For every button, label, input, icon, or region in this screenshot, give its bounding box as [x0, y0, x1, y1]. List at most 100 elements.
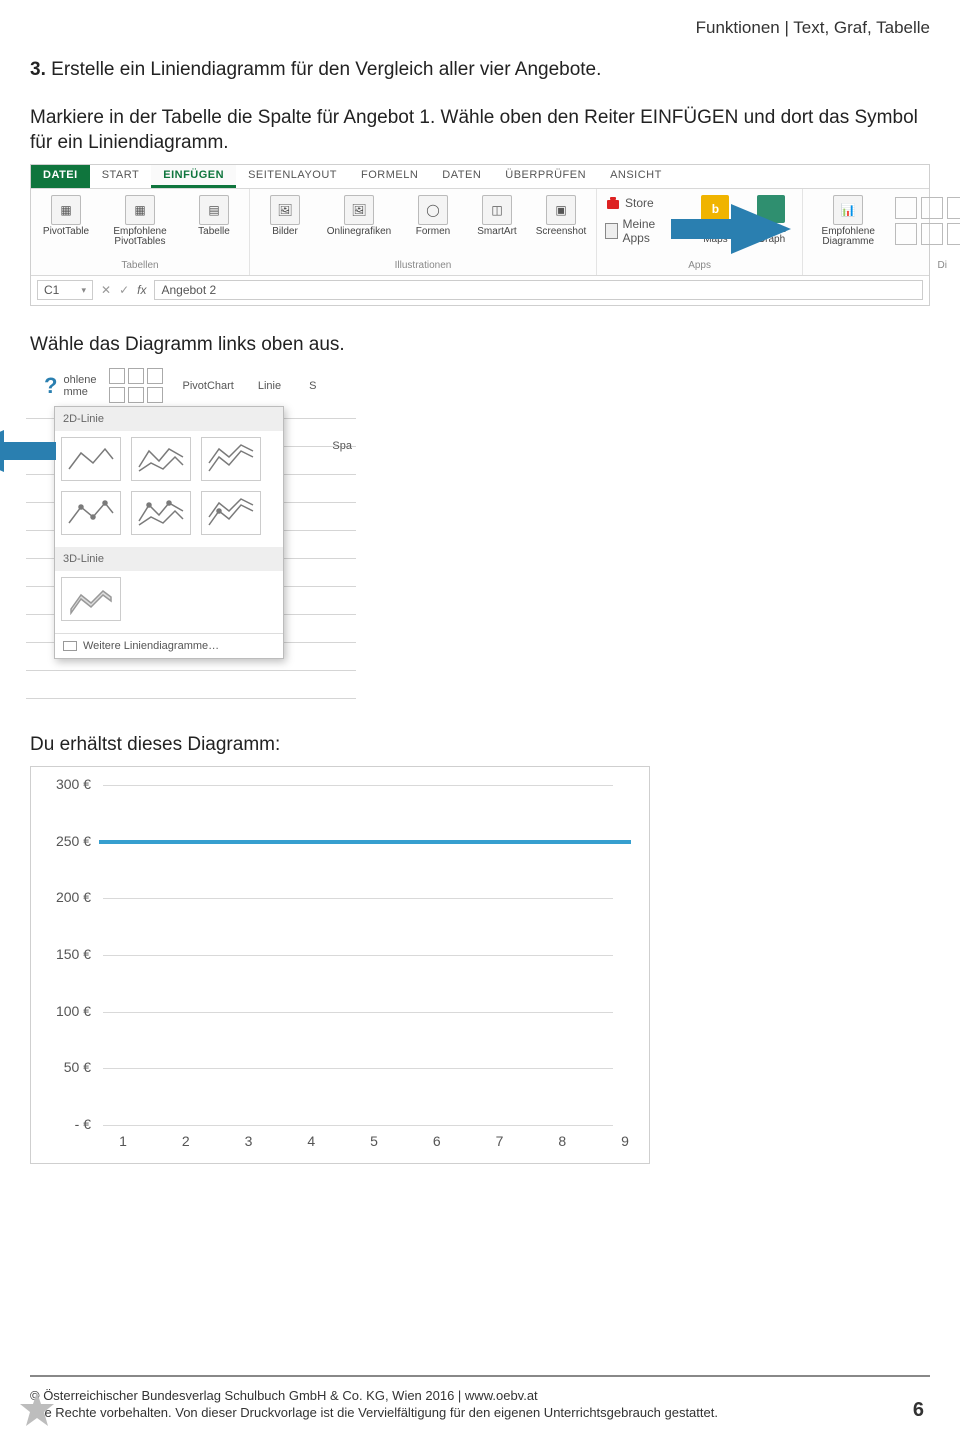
smartart-button[interactable]: ◫ SmartArt: [470, 195, 524, 238]
y-tick-label: 250 €: [39, 833, 91, 849]
line-chart-type-2[interactable]: [131, 437, 191, 481]
x-tick-label: 8: [558, 1133, 566, 1159]
ribbon-tabs: DATEI START EINFÜGEN SEITENLAYOUT FORMEL…: [31, 165, 929, 189]
other-chart-icon[interactable]: [947, 223, 960, 245]
tab-ansicht[interactable]: ANSICHT: [598, 165, 674, 188]
y-tick-label: 50 €: [39, 1059, 91, 1075]
pictures-icon: 🖼: [270, 195, 300, 225]
breadcrumb: Funktionen | Text, Graf, Tabelle: [696, 18, 930, 38]
x-tick-label: 3: [245, 1133, 253, 1159]
line-chart-type-4[interactable]: [61, 491, 121, 535]
online-pictures-button[interactable]: 🖼 Onlinegrafiken: [322, 195, 396, 238]
line-chart-icon[interactable]: [921, 197, 943, 219]
name-box[interactable]: C1 ▾: [37, 280, 93, 300]
result-chart: 300 € 250 € 200 € 150 € 100 € 50 € - € 1 2 3 4 5 6 7 8…: [30, 766, 650, 1164]
store-icon: [605, 195, 621, 211]
x-tick-label: 5: [370, 1133, 378, 1159]
recommended-charts-icon: 📊: [833, 195, 863, 225]
ribbon-group-illustrationen: 🖼 Bilder 🖼 Onlinegrafiken ◯ Formen ◫ Sma…: [250, 189, 597, 275]
dropdown-section-3d: 3D-Linie: [55, 547, 283, 571]
pointer-arrow-icon: [0, 426, 56, 476]
myapps-icon: [605, 223, 618, 239]
chart-gridline: [103, 955, 613, 956]
confirm-icon[interactable]: ✓: [119, 283, 129, 297]
help-icon: ?: [44, 373, 57, 399]
smartart-icon: ◫: [482, 195, 512, 225]
page-number: 6: [913, 1399, 930, 1422]
chart-data-line: [99, 840, 631, 844]
task-line: 3. Erstelle ein Liniendiagramm für den V…: [30, 58, 930, 83]
chart-type-grid: [895, 195, 960, 245]
screenshot-button[interactable]: ▣ Screenshot: [534, 195, 588, 238]
ribbon-group-tabellen: ▦ PivotTable ▦ Empfohlene PivotTables ▤ …: [31, 189, 250, 275]
formula-input[interactable]: Angebot 2: [154, 280, 923, 300]
chart-gridline: [103, 1012, 613, 1013]
excel-ribbon: DATEI START EINFÜGEN SEITENLAYOUT FORMEL…: [30, 164, 930, 306]
tab-start[interactable]: START: [90, 165, 152, 188]
tab-einfuegen[interactable]: EINFÜGEN: [151, 165, 236, 188]
ribbon-group-diagramme: 📊 Empfohlene Diagramme ◩ PivotChart: [803, 189, 960, 275]
sparklines-label-partial: Spa: [332, 440, 352, 452]
recommended-pivottables-button[interactable]: ▦ Empfohlene PivotTables: [103, 195, 177, 248]
dropdown-section-2d: 2D-Linie: [55, 407, 283, 431]
x-tick-label: 6: [433, 1133, 441, 1159]
line-chart-type-3[interactable]: [201, 437, 261, 481]
x-tick-label: 2: [182, 1133, 190, 1159]
y-tick-label: 150 €: [39, 946, 91, 962]
paragraph-1: Markiere in der Tabelle die Spalte für A…: [30, 105, 930, 156]
more-charts-icon: [63, 641, 77, 651]
more-line-charts-button[interactable]: Weitere Liniendiagramme…: [55, 633, 283, 658]
chart-gridline: [103, 898, 613, 899]
pivottable-icon: ▦: [51, 195, 81, 225]
line-chart-type-1[interactable]: [61, 437, 121, 481]
tab-daten[interactable]: DATEN: [430, 165, 493, 188]
formula-bar: C1 ▾ ✕ ✓ fx Angebot 2: [31, 275, 929, 305]
caption-3: Du erhältst dieses Diagramm:: [30, 734, 930, 756]
area-chart-icon[interactable]: [895, 223, 917, 245]
task-text: Erstelle ein Liniendiagramm für den Verg…: [51, 59, 601, 80]
tab-ueberpruefen[interactable]: ÜBERPRÜFEN: [493, 165, 598, 188]
line-chart-dropdown: 2D-Linie 3D-Linie Weitere Liniendiagramm…: [54, 406, 284, 659]
x-tick-label: 9: [621, 1133, 629, 1159]
recommended-charts-button[interactable]: 📊 Empfohlene Diagramme: [811, 195, 885, 248]
pointer-arrow-icon: [671, 199, 791, 259]
pictures-button[interactable]: 🖼 Bilder: [258, 195, 312, 238]
recommended-pivottables-icon: ▦: [125, 195, 155, 225]
chart-gridline: [103, 785, 613, 786]
tab-formeln[interactable]: FORMELN: [349, 165, 430, 188]
shapes-button[interactable]: ◯ Formen: [406, 195, 460, 238]
y-tick-label: 100 €: [39, 1003, 91, 1019]
table-button[interactable]: ▤ Tabelle: [187, 195, 241, 238]
page-footer: © Österreichischer Bundesverlag Schulbuc…: [30, 1375, 930, 1422]
pie-chart-icon[interactable]: [947, 197, 960, 219]
x-tick-label: 4: [307, 1133, 315, 1159]
fx-icon[interactable]: fx: [137, 283, 146, 297]
line-chart-type-5[interactable]: [131, 491, 191, 535]
cancel-icon[interactable]: ✕: [101, 283, 111, 297]
y-tick-label: 200 €: [39, 889, 91, 905]
tab-seitenlayout[interactable]: SEITENLAYOUT: [236, 165, 349, 188]
shapes-icon: ◯: [418, 195, 448, 225]
tab-datei[interactable]: DATEI: [31, 165, 90, 188]
rights-line: Alle Rechte vorbehalten. Von dieser Druc…: [30, 1404, 718, 1422]
chart-gridline: [103, 1068, 613, 1069]
x-tick-label: 1: [119, 1133, 127, 1159]
y-tick-label: 300 €: [39, 776, 91, 792]
chevron-down-icon: ▾: [81, 285, 86, 296]
line-chart-dropdown-area: ? ohlene mme PivotChart Linie S Spa 2D-L…: [26, 366, 356, 706]
online-pictures-icon: 🖼: [344, 195, 374, 225]
bar-chart-icon[interactable]: [895, 197, 917, 219]
line-chart-3d-type-1[interactable]: [61, 577, 121, 621]
y-tick-label: - €: [39, 1116, 91, 1132]
copyright-line: © Österreichischer Bundesverlag Schulbuc…: [30, 1387, 718, 1405]
ribbon-chart-section-partial: ? ohlene mme PivotChart Linie S: [44, 366, 356, 406]
publisher-logo-icon: [20, 1392, 54, 1426]
scatter-chart-icon[interactable]: [921, 223, 943, 245]
task-number: 3.: [30, 59, 46, 80]
caption-2: Wähle das Diagramm links oben aus.: [30, 334, 930, 356]
x-tick-label: 7: [496, 1133, 504, 1159]
screenshot-icon: ▣: [546, 195, 576, 225]
table-icon: ▤: [199, 195, 229, 225]
line-chart-type-6[interactable]: [201, 491, 261, 535]
pivottable-button[interactable]: ▦ PivotTable: [39, 195, 93, 238]
